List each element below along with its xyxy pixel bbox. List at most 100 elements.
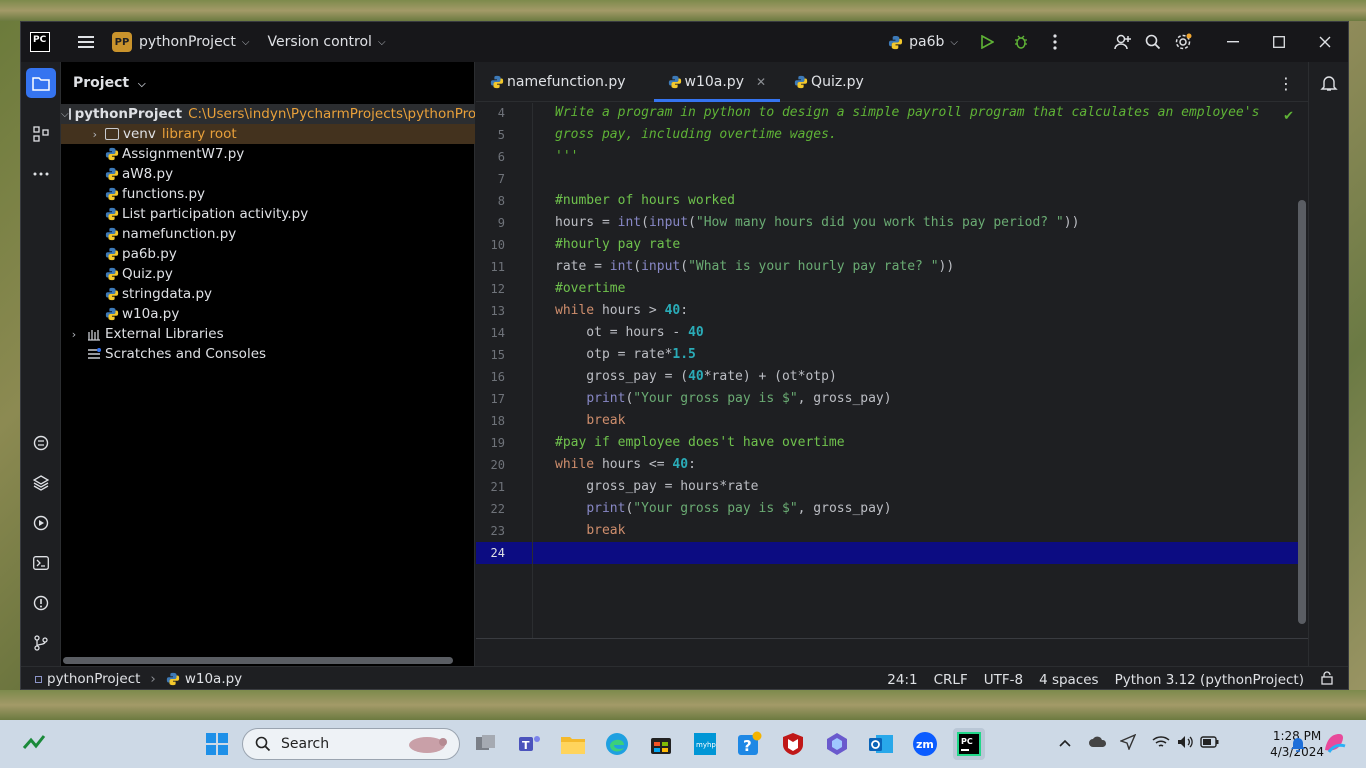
code-line[interactable]: Write a program in python to design a si… (555, 102, 1259, 124)
line-number[interactable]: 16 (475, 370, 505, 384)
location-icon[interactable] (1119, 733, 1137, 754)
code-line[interactable]: otp = rate*1.5 (555, 344, 696, 366)
task-view-icon[interactable] (470, 728, 502, 760)
line-number[interactable]: 8 (475, 194, 505, 208)
run-configuration-selector[interactable]: pa6b (909, 34, 944, 50)
no-problems-check-icon[interactable]: ✔ (1283, 109, 1294, 124)
caret-position[interactable]: 24:1 (887, 672, 917, 688)
settings-gear-icon[interactable] (1168, 27, 1198, 57)
tree-external-libraries-row[interactable]: › External Libraries (61, 324, 475, 344)
python-interpreter[interactable]: Python 3.12 (pythonProject) (1115, 672, 1304, 688)
breadcrumb-file[interactable]: w10a.py (185, 671, 242, 687)
project-switcher[interactable]: pythonProject (139, 34, 236, 50)
debug-icon[interactable] (1006, 27, 1036, 57)
code-line[interactable]: print("Your gross pay is $", gross_pay) (555, 388, 891, 410)
code-line[interactable]: ot = hours - 40 (555, 322, 703, 344)
tree-file-row[interactable]: Quiz.py (61, 264, 475, 284)
tab-options-icon[interactable]: ⋮ (1278, 74, 1294, 93)
code-line[interactable]: ''' (555, 146, 578, 168)
code-line[interactable]: hours = int(input("How many hours did yo… (555, 212, 1079, 234)
maximize-icon[interactable] (1256, 27, 1302, 57)
line-number[interactable]: 7 (475, 172, 505, 186)
tree-file-row[interactable]: pa6b.py (61, 244, 475, 264)
terminal-icon[interactable] (26, 548, 56, 578)
line-number[interactable]: 17 (475, 392, 505, 406)
show-hidden-icons-icon[interactable] (1057, 735, 1073, 755)
file-explorer-icon[interactable] (557, 728, 589, 760)
myhp-icon[interactable]: myhp (689, 728, 721, 760)
line-number[interactable]: 5 (475, 128, 505, 142)
line-separator[interactable]: CRLF (934, 672, 968, 688)
tab-namefunction[interactable]: namefunction.py (476, 62, 640, 102)
code-line[interactable]: rate = int(input("What is your hourly pa… (555, 256, 954, 278)
code-line[interactable]: gross_pay = hours*rate (555, 476, 758, 498)
notifications-bell-icon[interactable] (1320, 74, 1338, 96)
tree-scratches-row[interactable]: Scratches and Consoles (61, 344, 475, 364)
help-icon[interactable]: ? (733, 728, 765, 760)
tree-file-row[interactable]: aW8.py (61, 164, 475, 184)
tree-file-row[interactable]: functions.py (61, 184, 475, 204)
project-tool-window-icon[interactable] (26, 68, 56, 98)
code-line[interactable]: #hourly pay rate (555, 234, 680, 256)
tree-file-row[interactable]: List participation activity.py (61, 204, 475, 224)
copilot-icon[interactable] (1321, 730, 1347, 760)
tree-file-row[interactable]: namefunction.py (61, 224, 475, 244)
line-number[interactable]: 12 (475, 282, 505, 296)
battery-icon[interactable] (1200, 735, 1220, 753)
run-icon[interactable] (972, 27, 1002, 57)
project-panel-header[interactable]: Project ⌵ (73, 75, 146, 91)
outlook-icon[interactable] (865, 728, 897, 760)
minimize-icon[interactable] (1210, 27, 1256, 57)
code-line[interactable]: #number of hours worked (555, 190, 735, 212)
windows-start-icon[interactable] (201, 728, 233, 760)
edge-icon[interactable] (601, 728, 633, 760)
problems-icon[interactable] (26, 588, 56, 618)
mcafee-icon[interactable] (777, 728, 809, 760)
python-packages-icon[interactable] (26, 428, 56, 458)
wifi-icon[interactable] (1152, 734, 1170, 754)
structure-icon[interactable] (26, 119, 56, 149)
code-line[interactable]: break (555, 410, 625, 432)
close-icon[interactable] (1302, 27, 1348, 57)
microsoft-store-icon[interactable] (645, 728, 677, 760)
more-tools-icon[interactable] (26, 159, 56, 189)
lock-icon[interactable] (1320, 670, 1334, 689)
line-number[interactable]: 13 (475, 304, 505, 318)
notification-bell-icon[interactable] (1290, 735, 1306, 757)
pycharm-taskbar-icon[interactable]: PC (953, 728, 985, 760)
code-line[interactable]: #overtime (555, 278, 625, 300)
code-line[interactable]: while hours <= 40: (555, 454, 696, 476)
line-number[interactable]: 20 (475, 458, 505, 472)
vertical-scrollbar[interactable] (1298, 200, 1306, 624)
breadcrumb-project[interactable]: pythonProject (47, 671, 140, 687)
git-icon[interactable] (26, 628, 56, 658)
services-run-icon[interactable] (26, 508, 56, 538)
version-control-menu[interactable]: Version control (267, 34, 371, 50)
code-line[interactable]: gross_pay = (40*rate) + (ot*otp) (555, 366, 836, 388)
tree-root-row[interactable]: ⌵ pythonProject C:\Users\indyn\PycharmPr… (61, 104, 475, 124)
close-tab-icon[interactable]: ✕ (756, 75, 766, 89)
layers-icon[interactable] (26, 468, 56, 498)
line-number[interactable]: 4 (475, 106, 505, 120)
add-user-icon[interactable] (1108, 27, 1138, 57)
tree-venv-row[interactable]: › venv library root (61, 124, 475, 144)
code-line[interactable]: while hours > 40: (555, 300, 688, 322)
indent-setting[interactable]: 4 spaces (1039, 672, 1099, 688)
code-line[interactable]: gross pay, including overtime wages. (555, 124, 837, 146)
tab-quiz[interactable]: Quiz.py (780, 62, 878, 102)
line-number[interactable]: 14 (475, 326, 505, 340)
code-line[interactable]: print("Your gross pay is $", gross_pay) (555, 498, 891, 520)
main-menu-icon[interactable] (78, 36, 94, 48)
horizontal-scrollbar[interactable] (63, 657, 453, 664)
search-icon[interactable] (1138, 27, 1168, 57)
teams-icon[interactable]: T (514, 728, 546, 760)
line-number[interactable]: 18 (475, 414, 505, 428)
file-encoding[interactable]: UTF-8 (984, 672, 1023, 688)
widgets-icon[interactable] (18, 728, 50, 760)
tree-file-row[interactable]: stringdata.py (61, 284, 475, 304)
line-number[interactable]: 19 (475, 436, 505, 450)
line-number[interactable]: 24 (475, 546, 505, 560)
tree-file-row[interactable]: w10a.py (61, 304, 475, 324)
tree-file-row[interactable]: AssignmentW7.py (61, 144, 475, 164)
line-number[interactable]: 9 (475, 216, 505, 230)
